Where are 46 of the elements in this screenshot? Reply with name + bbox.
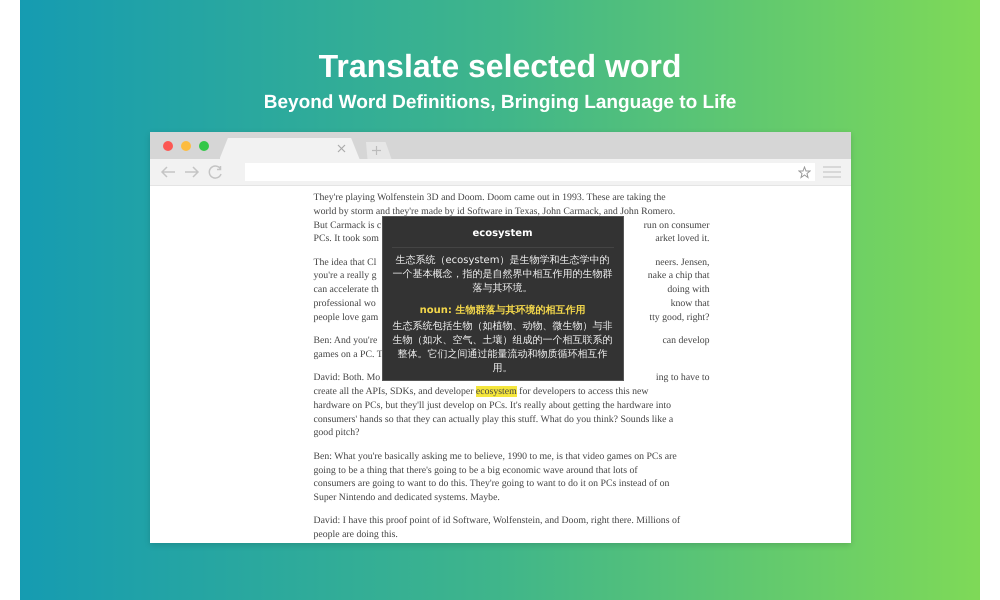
close-window-icon[interactable] xyxy=(162,141,172,151)
definition-text: 生态系统（ecosystem）是生物学和生态学中的一个基本概念，指的是自然界中相互作用的生物群落与其环境。 xyxy=(392,254,614,296)
headline: Translate selected word xyxy=(318,47,682,85)
sense-label: noun: 生物群落与其环境的相互作用 xyxy=(420,303,586,317)
text-line: David: I have this proof point of id Software, Wolfenstein, and Doom, right there. Millions of xyxy=(314,514,680,528)
text-line: can develop xyxy=(662,334,710,348)
text-line: people love gam xyxy=(314,310,378,325)
text-line: But Carmack is c xyxy=(314,218,382,232)
popup-word: ecosystem xyxy=(392,225,614,248)
text-line: you're a really g xyxy=(314,269,376,284)
text-line: run on consumer xyxy=(644,218,710,232)
text-line: consumers' hands so that they can actually play this stuff. What do you think? Sounds like a xyxy=(314,412,674,426)
text-line: PCs. It took som xyxy=(314,232,379,246)
text-line: create all the APIs, SDKs, and developer ecosystem for developers to access this new xyxy=(314,385,648,399)
text-line: ing to have to xyxy=(656,371,710,386)
text-line: world by storm and they're made by id Software in Texas, John Carmack, and John Romero. xyxy=(314,204,676,219)
close-icon[interactable] xyxy=(336,144,346,153)
text-line: hardware on PCs, but they'll just develop on PCs. It's really about getting the hardware into xyxy=(314,398,672,413)
text-line: doing with xyxy=(667,283,710,298)
text-line: neers. Jensen, xyxy=(655,256,710,270)
text-line: Ben: What you're basically asking me to believe, 1990 to me, is that video games on PCs are xyxy=(314,450,677,464)
text-line: consumers are going to want to do this. They're going to want to do it on PCs instead of on xyxy=(314,477,670,492)
text-line: going to be a thing that there's going to be a big economic wave around that lots of xyxy=(314,464,638,478)
subheadline: Beyond Word Definitions, Bringing Language to Life xyxy=(264,91,736,115)
plus-icon xyxy=(372,146,381,155)
text-line: They're playing Wolfenstein 3D and Doom. Doom came out in 1993. These are taking the xyxy=(314,191,666,205)
text-line: professional wo xyxy=(314,297,376,311)
reload-icon[interactable] xyxy=(208,164,222,180)
text-line: arket loved it. xyxy=(655,232,710,246)
text-line: tty good, right? xyxy=(649,310,710,325)
forward-icon[interactable] xyxy=(184,166,200,178)
text-line: know that xyxy=(670,297,710,311)
menu-icon[interactable] xyxy=(822,166,840,178)
text-line: nake a chip that xyxy=(648,269,710,284)
text-line: Ben: And you're xyxy=(314,334,378,348)
minimize-window-icon[interactable] xyxy=(180,141,190,151)
text-line: good pitch? xyxy=(314,426,360,440)
star-icon[interactable] xyxy=(798,166,810,178)
maximize-window-icon[interactable] xyxy=(198,141,208,151)
text-line: can accelerate th xyxy=(314,283,379,298)
text-line: people are doing this. xyxy=(314,528,398,542)
text-line: David: Both. Mo xyxy=(314,371,380,386)
back-icon[interactable] xyxy=(160,166,176,178)
text-line: The idea that Cl xyxy=(314,256,376,270)
sense-text: 生态系统包括生物（如植物、动物、微生物）与非生物（如水、空气、土壤）组成的一个相互联系的整体。它们之间通过能量流动和物质循环相互作用。 xyxy=(392,320,614,376)
text-line: Super Nintendo and dedicated systems. Maybe. xyxy=(314,491,500,505)
